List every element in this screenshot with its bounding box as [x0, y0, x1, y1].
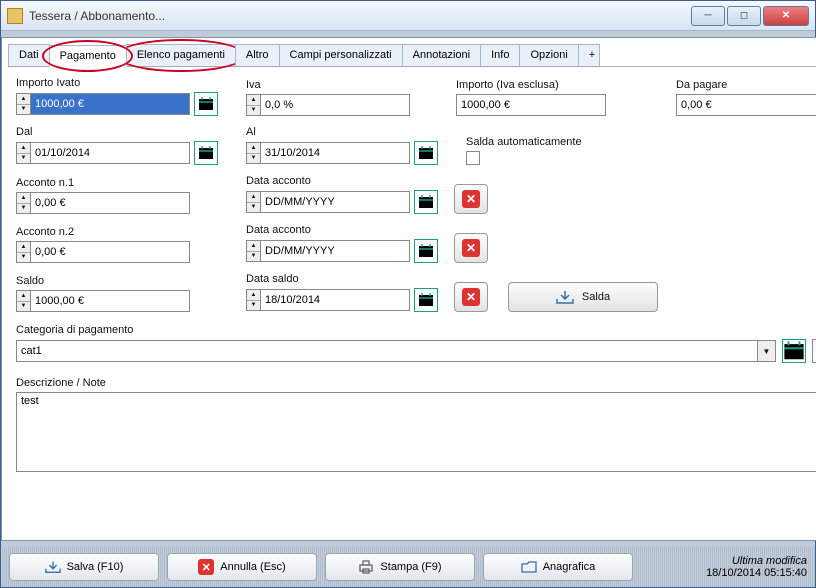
spinner-data-acconto2[interactable]: ▲▼	[246, 240, 260, 262]
tab-opzioni[interactable]: Opzioni	[519, 44, 578, 66]
label-data-acconto2: Data acconto	[246, 224, 446, 236]
tab-strip: Dati Pagamento Elenco pagamenti Altro Ca…	[8, 44, 816, 67]
label-salda-auto: Salda automaticamente	[466, 136, 582, 148]
input-data-saldo[interactable]	[260, 289, 410, 311]
input-saldo[interactable]	[30, 290, 190, 312]
label-categoria: Categoria di pagamento	[16, 324, 133, 336]
input-acconto1[interactable]	[30, 192, 190, 214]
checkbox-salda-auto[interactable]	[466, 151, 480, 165]
titlebar: Tessera / Abbonamento... ─ ◻ ✕	[1, 1, 815, 31]
save-icon	[45, 560, 61, 574]
ultima-modifica-value: 18/10/2014 05:15:40	[706, 567, 807, 579]
input-acconto2[interactable]	[30, 241, 190, 263]
close-x-icon: ✕	[462, 288, 480, 306]
label-saldo: Saldo	[16, 275, 236, 287]
form-area: Importo Ivato ▲▼ Iva ▲▼	[2, 67, 816, 540]
stampa-button[interactable]: Stampa (F9)	[325, 553, 475, 581]
label-acconto2: Acconto n.2	[16, 226, 236, 238]
label-al: Al	[246, 126, 446, 138]
label-iva: Iva	[246, 79, 446, 91]
input-importo-ivato[interactable]	[30, 93, 190, 115]
spinner-data-saldo[interactable]: ▲▼	[246, 289, 260, 311]
categoria-lookup-button[interactable]	[782, 339, 806, 363]
combo-categoria-arrow[interactable]: ▼	[758, 340, 776, 362]
minimize-button[interactable]: ─	[691, 6, 725, 26]
label-acconto1: Acconto n.1	[16, 177, 236, 189]
app-window: Tessera / Abbonamento... ─ ◻ ✕ Dati Paga…	[0, 0, 816, 588]
tab-annotazioni[interactable]: Annotazioni	[402, 44, 482, 66]
spinner-saldo[interactable]: ▲▼	[16, 290, 30, 312]
spinner-importo-ivato[interactable]: ▲▼	[16, 93, 30, 115]
label-dal: Dal	[16, 126, 236, 138]
delete-acconto1-button[interactable]: ✕	[454, 184, 488, 214]
tab-campi-personalizzati[interactable]: Campi personalizzati	[279, 44, 403, 66]
tab-altro[interactable]: Altro	[235, 44, 280, 66]
spinner-data-acconto1[interactable]: ▲▼	[246, 191, 260, 213]
maximize-button[interactable]: ◻	[727, 6, 761, 26]
ultima-modifica-label: Ultima modifica	[706, 555, 807, 567]
input-da-pagare[interactable]	[676, 94, 816, 116]
folder-icon	[521, 560, 537, 574]
app-icon	[7, 8, 23, 24]
label-da-pagare: Da pagare	[676, 79, 816, 91]
delete-acconto2-button[interactable]: ✕	[454, 233, 488, 263]
close-x-icon: ✕	[462, 190, 480, 208]
calendar-data-saldo[interactable]	[414, 288, 438, 312]
label-data-saldo: Data saldo	[246, 273, 446, 285]
close-x-icon: ✕	[462, 239, 480, 257]
tab-elenco-pagamenti[interactable]: Elenco pagamenti	[126, 44, 236, 66]
delete-saldo-button[interactable]: ✕	[454, 282, 488, 312]
annulla-button[interactable]: ✕ Annulla (Esc)	[167, 553, 317, 581]
textarea-descrizione[interactable]	[16, 392, 816, 472]
calendar-acconto2[interactable]	[414, 239, 438, 263]
input-iva[interactable]	[260, 94, 410, 116]
window-title: Tessera / Abbonamento...	[29, 9, 691, 23]
spinner-al[interactable]: ▲▼	[246, 142, 260, 164]
label-descrizione: Descrizione / Note	[16, 377, 106, 389]
input-data-acconto2[interactable]	[260, 240, 410, 262]
footer: Salva (F10) ✕ Annulla (Esc) Stampa (F9) …	[1, 547, 815, 587]
label-importo-ivato: Importo Ivato	[16, 77, 236, 89]
input-al[interactable]	[260, 142, 410, 164]
lookup-importo-ivato[interactable]	[194, 92, 218, 116]
tray-in-icon	[556, 290, 574, 304]
close-button[interactable]: ✕	[763, 6, 809, 26]
salva-button[interactable]: Salva (F10)	[9, 553, 159, 581]
cancel-x-icon: ✕	[198, 559, 214, 575]
print-icon	[358, 560, 374, 574]
combo-categoria[interactable]	[16, 340, 758, 362]
categoria-edit-button[interactable]	[812, 339, 816, 363]
spinner-acconto1[interactable]: ▲▼	[16, 192, 30, 214]
tab-plus[interactable]: +	[578, 44, 600, 66]
calendar-al[interactable]	[414, 141, 438, 165]
input-dal[interactable]	[30, 142, 190, 164]
tab-dati[interactable]: Dati	[8, 44, 50, 66]
calendar-dal[interactable]	[194, 141, 218, 165]
label-importo-esclusa: Importo (Iva esclusa)	[456, 79, 636, 91]
input-importo-esclusa[interactable]	[456, 94, 606, 116]
spinner-dal[interactable]: ▲▼	[16, 142, 30, 164]
label-data-acconto1: Data acconto	[246, 175, 446, 187]
tab-pagamento[interactable]: Pagamento	[49, 45, 127, 67]
tab-info[interactable]: Info	[480, 44, 520, 66]
calendar-acconto1[interactable]	[414, 190, 438, 214]
spinner-acconto2[interactable]: ▲▼	[16, 241, 30, 263]
spinner-iva[interactable]: ▲▼	[246, 94, 260, 116]
salda-button[interactable]: Salda	[508, 282, 658, 312]
main-panel: Dati Pagamento Elenco pagamenti Altro Ca…	[1, 37, 816, 541]
anagrafica-button[interactable]: Anagrafica	[483, 553, 633, 581]
input-data-acconto1[interactable]	[260, 191, 410, 213]
